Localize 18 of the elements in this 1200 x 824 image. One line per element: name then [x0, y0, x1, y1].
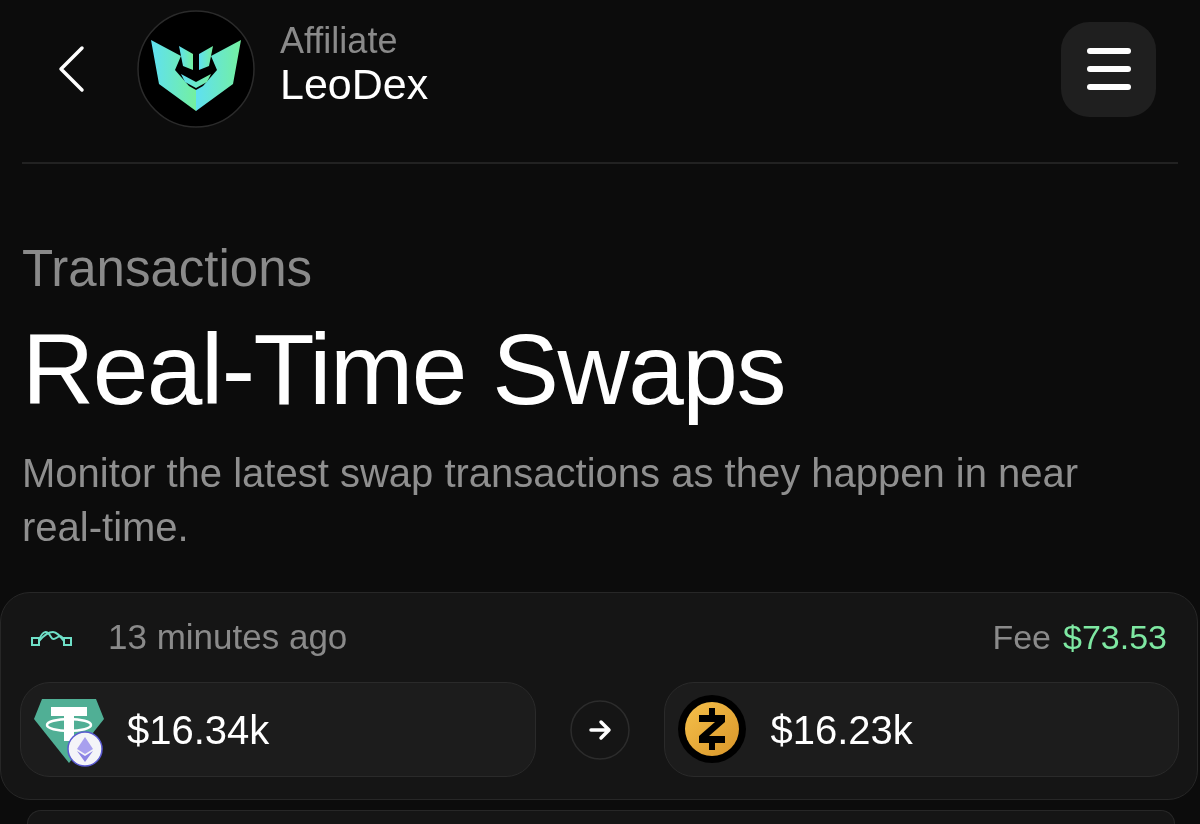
- menu-button[interactable]: [1061, 21, 1156, 117]
- time-ago: 13 minutes ago: [108, 617, 348, 657]
- arrow-right-icon: [569, 699, 630, 760]
- chevron-left-icon: [57, 45, 85, 93]
- token-amount: $16.23k: [770, 706, 913, 753]
- lion-logo-icon: [137, 10, 255, 128]
- wave-link-icon: [31, 628, 72, 646]
- page-description: Monitor the latest swap transactions as they happen in near real-time.: [22, 450, 1080, 551]
- menu-icon: [1086, 48, 1131, 90]
- diamond-badge-icon: [67, 730, 103, 767]
- page-title: Real-Time Swaps: [22, 312, 786, 427]
- token-amount: $16.34k: [127, 706, 270, 753]
- brand-name: LeoDex: [280, 60, 429, 108]
- fee-label: Fee: [992, 617, 1051, 657]
- section-label: Transactions: [22, 239, 314, 299]
- affiliate-label: Affiliate: [280, 22, 399, 60]
- z-coin-icon: [677, 694, 746, 763]
- fee-amount: $73.53: [1063, 617, 1167, 657]
